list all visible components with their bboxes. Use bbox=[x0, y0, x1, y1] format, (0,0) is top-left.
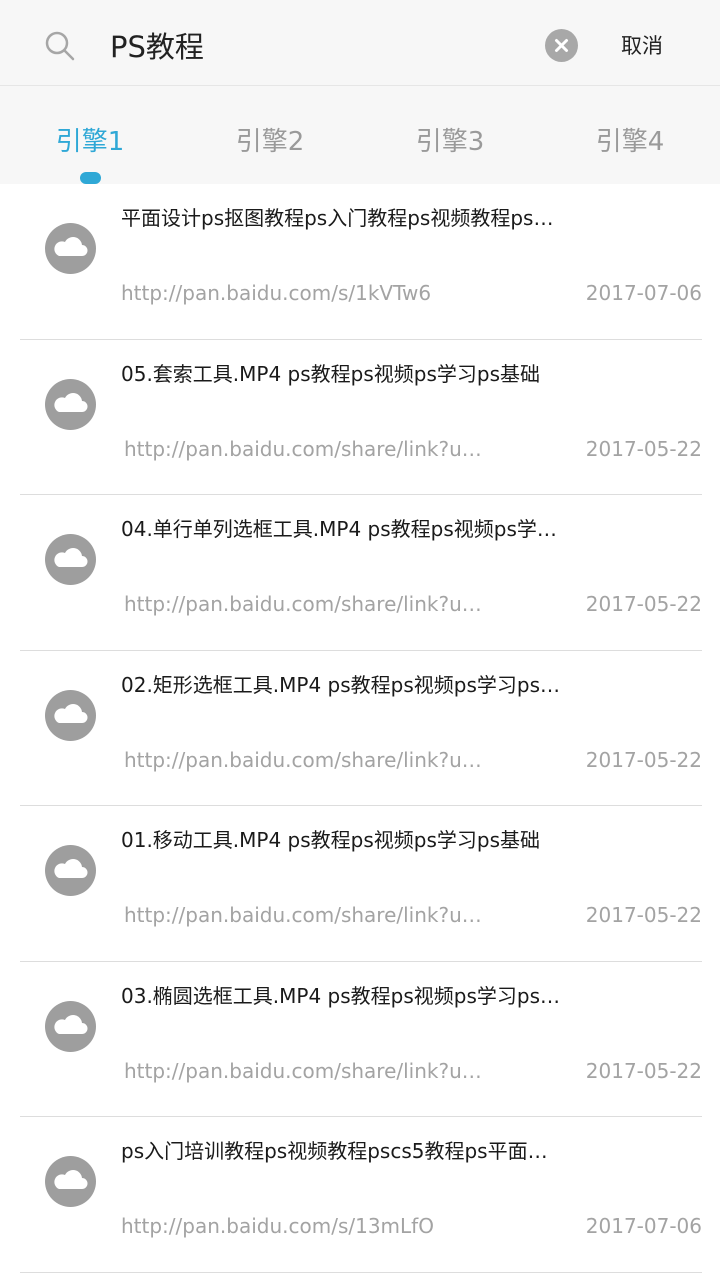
search-icon bbox=[45, 31, 75, 61]
search-bar: 取消 bbox=[0, 0, 720, 86]
cloud-icon bbox=[45, 1156, 96, 1207]
cloud-icon bbox=[45, 378, 96, 430]
result-link[interactable]: http://pan.baidu.com/s/1kVTw6 bbox=[121, 278, 516, 308]
result-date: 2017-05-22 bbox=[585, 436, 702, 461]
cloud-icon bbox=[45, 845, 96, 896]
list-item[interactable]: 平面设计ps抠图教程ps入门教程ps视频教程ps… http://pan.bai… bbox=[0, 184, 720, 340]
result-title: 01.移动工具.MP4 ps教程ps视频ps学习ps基础 bbox=[121, 828, 541, 852]
result-date: 2017-07-06 bbox=[585, 281, 702, 305]
list-item[interactable]: 01.移动工具.MP4 ps教程ps视频ps学习ps基础 http://pan.… bbox=[0, 806, 720, 962]
result-link[interactable]: http://pan.baidu.com/share/link?u… bbox=[124, 900, 519, 930]
cloud-icon bbox=[45, 1000, 96, 1052]
tab-engine-1[interactable]: 引擎1 bbox=[0, 124, 180, 160]
tab-engine-4[interactable]: 引擎4 bbox=[540, 124, 720, 160]
result-title: 05.套索工具.MP4 ps教程ps视频ps学习ps基础 bbox=[121, 361, 541, 386]
result-title: 02.矩形选框工具.MP4 ps教程ps视频ps学习ps… bbox=[121, 672, 561, 697]
cloud-icon bbox=[45, 534, 96, 585]
result-title: 03.椭圆选框工具.MP4 ps教程ps视频ps学习ps… bbox=[121, 983, 561, 1008]
tab-engine-3[interactable]: 引擎3 bbox=[360, 124, 540, 160]
tab-engine-2[interactable]: 引擎2 bbox=[180, 124, 360, 160]
result-link[interactable]: http://pan.baidu.com/s/13mLfO bbox=[121, 1211, 516, 1241]
clear-icon bbox=[555, 39, 568, 52]
list-item[interactable]: 05.套索工具.MP4 ps教程ps视频ps学习ps基础 http://pan.… bbox=[0, 340, 720, 495]
clear-search-button[interactable] bbox=[545, 29, 578, 62]
result-title: 04.单行单列选框工具.MP4 ps教程ps视频ps学… bbox=[121, 517, 557, 541]
divider bbox=[20, 1271, 702, 1273]
active-tab-indicator bbox=[80, 172, 101, 184]
result-date: 2017-05-22 bbox=[585, 903, 702, 927]
result-date: 2017-05-22 bbox=[585, 592, 702, 616]
result-title: ps入门培训教程ps视频教程pscs5教程ps平面… bbox=[121, 1139, 548, 1163]
result-date: 2017-05-22 bbox=[585, 747, 702, 772]
result-link[interactable]: http://pan.baidu.com/share/link?u… bbox=[124, 434, 519, 464]
result-title: 平面设计ps抠图教程ps入门教程ps视频教程ps… bbox=[121, 206, 554, 230]
search-input[interactable] bbox=[110, 22, 530, 68]
list-item[interactable]: 03.椭圆选框工具.MP4 ps教程ps视频ps学习ps… http://pan… bbox=[0, 962, 720, 1117]
result-date: 2017-05-22 bbox=[585, 1058, 702, 1083]
results-list: 平面设计ps抠图教程ps入门教程ps视频教程ps… http://pan.bai… bbox=[0, 184, 720, 1273]
cloud-icon bbox=[45, 223, 96, 274]
cancel-button[interactable]: 取消 bbox=[606, 30, 678, 62]
result-link[interactable]: http://pan.baidu.com/share/link?u… bbox=[124, 745, 519, 775]
result-link[interactable]: http://pan.baidu.com/share/link?u… bbox=[124, 1056, 519, 1086]
cloud-icon bbox=[45, 689, 96, 741]
list-item[interactable]: ps入门培训教程ps视频教程pscs5教程ps平面… http://pan.ba… bbox=[0, 1117, 720, 1273]
result-link[interactable]: http://pan.baidu.com/share/link?u… bbox=[124, 589, 519, 619]
list-item[interactable]: 04.单行单列选框工具.MP4 ps教程ps视频ps学… http://pan.… bbox=[0, 495, 720, 651]
result-date: 2017-07-06 bbox=[585, 1214, 702, 1238]
engine-tabs: 引擎1 引擎2 引擎3 引擎4 bbox=[0, 86, 720, 184]
list-item[interactable]: 02.矩形选框工具.MP4 ps教程ps视频ps学习ps… http://pan… bbox=[0, 651, 720, 806]
